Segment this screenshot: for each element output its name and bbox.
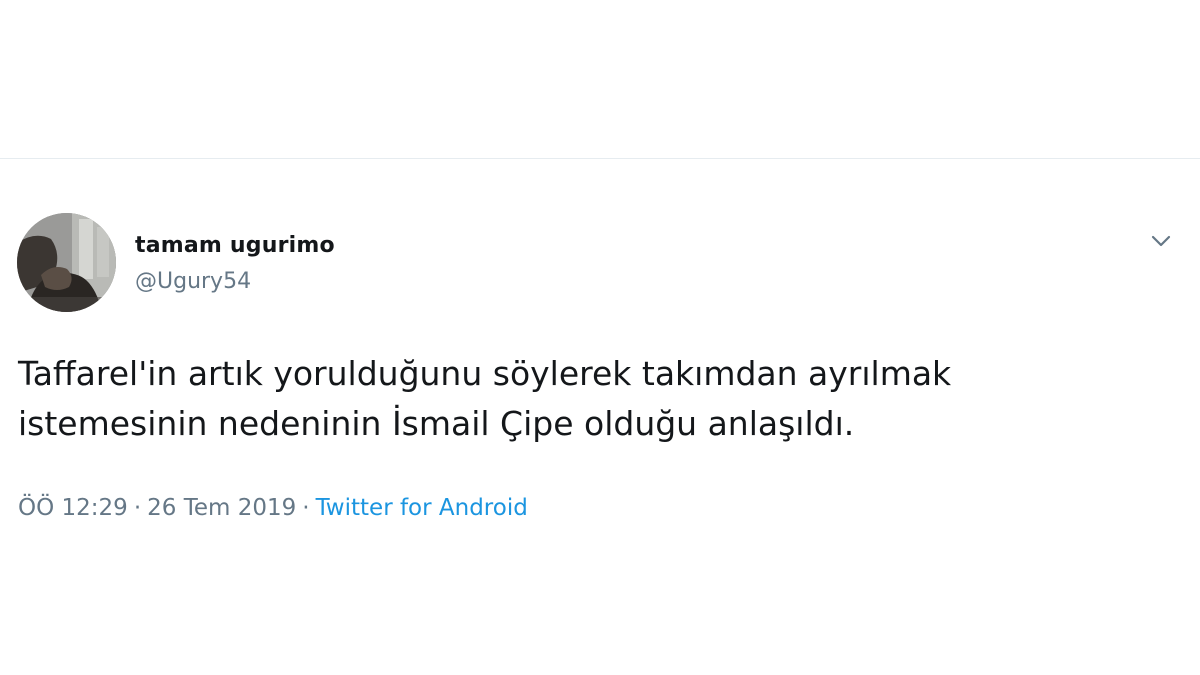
avatar[interactable] — [17, 213, 116, 312]
meta-separator: · — [133, 495, 142, 521]
tweet-meta: ÖÖ 12:29 · 26 Tem 2019 · Twitter for Android — [18, 495, 528, 521]
chevron-down-icon[interactable] — [1148, 231, 1174, 251]
tweet-time[interactable]: ÖÖ 12:29 — [18, 495, 128, 521]
meta-separator: · — [302, 495, 310, 521]
tweet-text: Taffarel'in artık yorulduğunu söylerek t… — [18, 354, 952, 443]
tweet-date[interactable]: 26 Tem 2019 — [147, 495, 296, 521]
author-handle[interactable]: @Ugury54 — [135, 269, 251, 294]
top-blank-area — [0, 0, 1200, 158]
tweet-card: tamam ugurimo @Ugury54 Taffarel'in artık… — [0, 159, 1200, 675]
avatar-photo-icon — [17, 213, 116, 312]
author-display-name[interactable]: tamam ugurimo — [135, 233, 335, 258]
tweet-source-link[interactable]: Twitter for Android — [316, 495, 528, 521]
